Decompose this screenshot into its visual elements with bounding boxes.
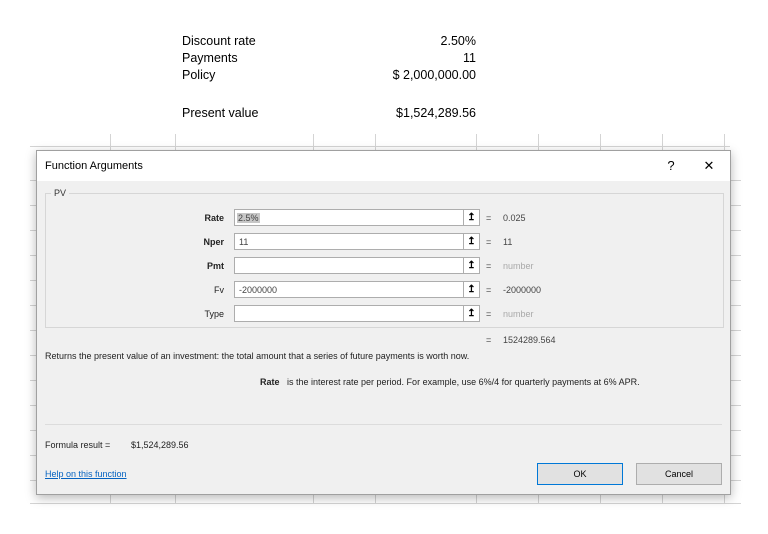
cancel-button[interactable]: Cancel (636, 463, 722, 485)
function-name: PV (51, 188, 70, 198)
arg-label-rate: Rate (204, 213, 224, 223)
arg-help-name: Rate (260, 377, 280, 387)
cell-present-value-label[interactable]: Present value (182, 106, 258, 120)
grid-line (476, 494, 477, 504)
fv-input-value: -2000000 (239, 285, 278, 295)
grid-line (538, 494, 539, 504)
grid-line (313, 134, 314, 150)
arg-result-rate: 0.025 (503, 213, 526, 223)
cell-policy-label[interactable]: Policy (182, 68, 215, 82)
arg-result-nper: 11 (503, 237, 513, 247)
equals-sign: = (486, 335, 492, 345)
nper-input[interactable]: 11 (234, 233, 464, 250)
cell-discount-rate-label[interactable]: Discount rate (182, 34, 256, 48)
dialog-titlebar[interactable]: Function Arguments ? ✕ (37, 151, 730, 181)
arg-result-fv: -2000000 (503, 285, 542, 295)
collapse-dialog-icon[interactable]: ↥ (464, 305, 480, 322)
dialog-title: Function Arguments (45, 160, 143, 172)
grid-line (30, 146, 730, 147)
divider (45, 424, 722, 425)
equals-sign: = (486, 261, 492, 271)
grid-line (724, 134, 725, 150)
close-icon[interactable]: ✕ (697, 155, 721, 177)
rate-input-value: 2.5% (237, 213, 260, 223)
grid-line (110, 134, 111, 150)
grid-line (110, 494, 111, 504)
collapse-dialog-icon[interactable]: ↥ (464, 233, 480, 250)
grid-line (375, 134, 376, 150)
rate-input[interactable]: 2.5% (234, 209, 464, 226)
formula-result-label: Formula result = (45, 440, 111, 450)
type-input[interactable] (234, 305, 464, 322)
arg-label-fv: Fv (214, 285, 224, 295)
grid-line (538, 134, 539, 150)
grid-line (662, 494, 663, 504)
equals-sign: = (486, 285, 492, 295)
grid-line (175, 134, 176, 150)
cell-policy-value[interactable]: $ 2,000,000.00 (340, 68, 476, 82)
formula-result-value: $1,524,289.56 (131, 440, 189, 450)
collapse-dialog-icon[interactable]: ↥ (464, 281, 480, 298)
cell-payments-value[interactable]: 11 (376, 51, 476, 65)
help-on-function-link[interactable]: Help on this function (45, 469, 127, 479)
function-description: Returns the present value of an investme… (45, 351, 470, 361)
cell-discount-rate-value[interactable]: 2.50% (376, 34, 476, 48)
arg-result-pmt: number (503, 261, 534, 271)
collapse-dialog-icon[interactable]: ↥ (464, 209, 480, 226)
cell-present-value-value[interactable]: $1,524,289.56 (340, 106, 476, 120)
grid-line (175, 494, 176, 504)
equals-sign: = (486, 309, 492, 319)
arg-label-pmt: Pmt (206, 261, 224, 271)
arg-result-type: number (503, 309, 534, 319)
grid-line (600, 494, 601, 504)
function-result-value: 1524289.564 (503, 335, 556, 345)
nper-input-value: 11 (239, 237, 249, 247)
grid-line (476, 134, 477, 150)
function-arguments-dialog: Function Arguments ? ✕ PV Rate 2.5% ↥ = … (36, 150, 731, 495)
equals-sign: = (486, 237, 492, 247)
pmt-input[interactable] (234, 257, 464, 274)
grid-line (724, 494, 725, 504)
arg-label-type: Type (204, 309, 224, 319)
grid-line (313, 494, 314, 504)
grid-line (662, 134, 663, 150)
grid-line (600, 134, 601, 150)
grid-line (30, 503, 741, 504)
fv-input[interactable]: -2000000 (234, 281, 464, 298)
arg-label-nper: Nper (203, 237, 224, 247)
ok-button[interactable]: OK (537, 463, 623, 485)
arg-help-text: is the interest rate per period. For exa… (287, 377, 640, 387)
equals-sign: = (486, 213, 492, 223)
collapse-dialog-icon[interactable]: ↥ (464, 257, 480, 274)
grid-line (375, 494, 376, 504)
cell-payments-label[interactable]: Payments (182, 51, 238, 65)
help-button[interactable]: ? (659, 155, 683, 177)
